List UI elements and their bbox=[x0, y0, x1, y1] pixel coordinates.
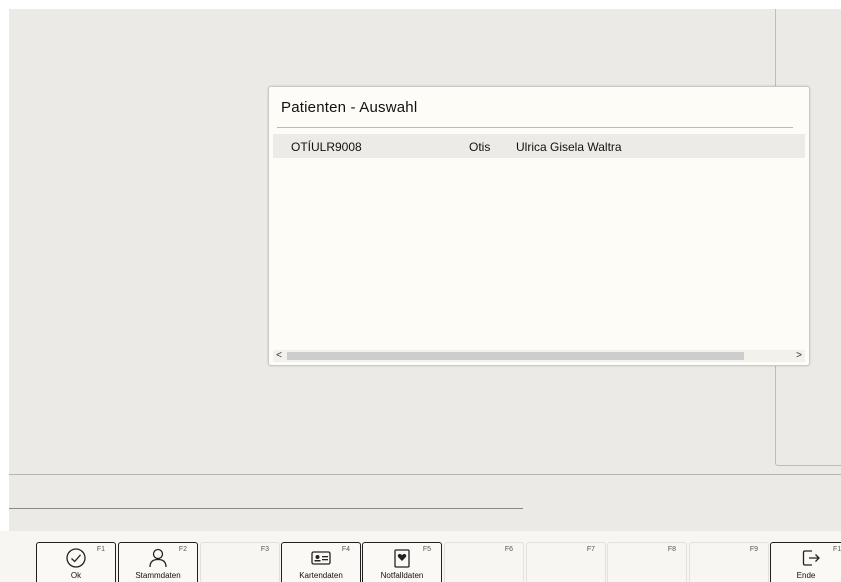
emergency-heart-icon bbox=[394, 549, 410, 568]
id-card-icon bbox=[311, 551, 331, 565]
fkey-number: F7 bbox=[586, 546, 595, 553]
f3-button[interactable]: F3 bbox=[200, 542, 280, 582]
patient-first-names: Ulrica Gisela Waltra bbox=[516, 140, 622, 154]
fkey-number: F6 bbox=[504, 546, 513, 553]
patient-row[interactable]: OTÍULR9008 Otis Ulrica Gisela Waltra bbox=[273, 134, 805, 158]
f4-kartendaten-button[interactable]: F4 Kartendaten bbox=[281, 542, 361, 582]
exit-icon bbox=[802, 550, 820, 566]
title-separator bbox=[277, 127, 793, 128]
scroll-thumb[interactable] bbox=[287, 352, 744, 360]
check-circle-icon bbox=[66, 548, 86, 568]
fkey-label: Stammdaten bbox=[135, 571, 181, 580]
fkey-label: Notfalldaten bbox=[380, 571, 424, 580]
f1-ok-button[interactable]: F1 Ok bbox=[36, 542, 116, 582]
fkey-label: Kartendaten bbox=[299, 571, 343, 580]
fkey-number: F5 bbox=[422, 546, 431, 553]
fkey-number: F1 bbox=[96, 546, 105, 553]
fkey-number: F2 bbox=[178, 546, 187, 553]
f10-ende-button[interactable]: F10 Ende bbox=[770, 542, 841, 582]
divider-line-short bbox=[9, 508, 523, 509]
fkey-label: Ok bbox=[70, 571, 82, 580]
fkey-number: F3 bbox=[260, 546, 269, 553]
fkey-label: Ende bbox=[796, 571, 816, 580]
fkey-number: F9 bbox=[749, 546, 758, 553]
f8-button[interactable]: F8 bbox=[607, 542, 687, 582]
divider-line bbox=[9, 474, 841, 475]
patient-last-name: Otis bbox=[469, 140, 491, 154]
scroll-left-arrow[interactable]: < bbox=[273, 350, 285, 362]
patient-id: OTÍULR9008 bbox=[291, 140, 362, 154]
f5-notfalldaten-button[interactable]: F5 Notfalldaten bbox=[362, 542, 442, 582]
f9-button[interactable]: F9 bbox=[689, 542, 769, 582]
fkey-number: F8 bbox=[667, 546, 676, 553]
person-icon bbox=[149, 548, 167, 568]
fkey-number: F4 bbox=[341, 546, 350, 553]
function-key-bar: F1 Ok F2 Stammdaten F3 F4 Kartendaten F5… bbox=[0, 531, 841, 582]
patient-selection-dialog: Patienten - Auswahl OTÍULR9008 Otis Ulri… bbox=[268, 86, 810, 366]
f7-button[interactable]: F7 bbox=[526, 542, 606, 582]
scroll-right-arrow[interactable]: > bbox=[793, 350, 805, 362]
f6-button[interactable]: F6 bbox=[444, 542, 524, 582]
f2-stammdaten-button[interactable]: F2 Stammdaten bbox=[118, 542, 198, 582]
dialog-title: Patienten - Auswahl bbox=[281, 99, 418, 116]
horizontal-scrollbar[interactable]: < > bbox=[273, 350, 805, 362]
fkey-number: F10 bbox=[832, 546, 841, 553]
